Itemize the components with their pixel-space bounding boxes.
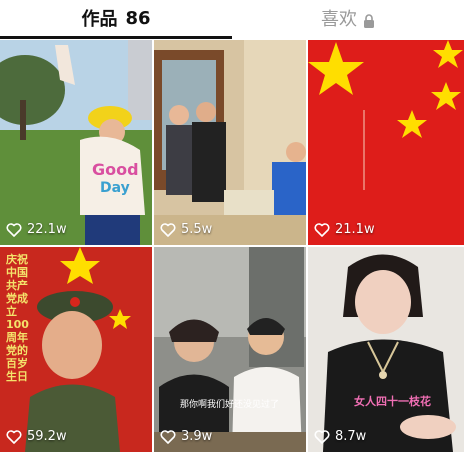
video-thumbnail-image	[308, 40, 464, 245]
active-tab-indicator	[0, 36, 232, 39]
video-caption: 女人四十一枝花	[354, 395, 431, 408]
like-count: 5.5w	[160, 222, 212, 237]
svg-text:Day: Day	[100, 180, 130, 196]
video-subtitle: 那你啊我们好还没见过了	[180, 400, 280, 410]
heart-outline-icon	[314, 429, 330, 444]
like-count-text: 59.2w	[27, 429, 67, 444]
tab-likes-label: 喜欢	[321, 9, 357, 30]
video-thumbnail-4[interactable]: 庆祝中国共产党成立100周年 党的百岁生日 59.2w	[0, 247, 152, 452]
profile-tabs: 作品 86 喜欢	[0, 0, 464, 40]
like-count-text: 5.5w	[181, 222, 213, 237]
like-count: 3.9w	[160, 429, 212, 444]
like-count-text: 3.9w	[181, 429, 213, 444]
like-count: 8.7w	[314, 429, 366, 444]
video-thumbnail-image: Good Day	[0, 40, 152, 245]
video-thumbnail-1[interactable]: Good Day 22.1w	[0, 40, 152, 245]
heart-outline-icon	[314, 222, 330, 237]
video-thumbnail-5[interactable]: 那你啊我们好还没见过了 3.9w	[154, 247, 306, 452]
tab-works-label: 作品	[81, 9, 118, 30]
heart-outline-icon	[6, 222, 22, 237]
video-caption: 庆祝中国共产党成立100周年 党的百岁生日	[6, 253, 29, 383]
video-thumbnail-2[interactable]: 5.5w	[154, 40, 306, 245]
video-thumbnail-image	[154, 40, 306, 245]
svg-text:Good: Good	[92, 160, 139, 179]
video-thumbnail-image	[308, 247, 464, 452]
heart-outline-icon	[160, 429, 176, 444]
video-thumbnail-6[interactable]: 女人四十一枝花 8.7w	[308, 247, 464, 452]
tab-likes[interactable]: 喜欢	[232, 0, 464, 36]
video-grid: Good Day 22.1w 5.5w 21.1w 庆祝中国共产党成立100周年…	[0, 40, 464, 452]
heart-outline-icon	[160, 222, 176, 237]
like-count: 59.2w	[6, 429, 67, 444]
like-count-text: 8.7w	[335, 429, 367, 444]
like-count-text: 21.1w	[335, 222, 375, 237]
like-count: 21.1w	[314, 222, 375, 237]
works-count: 86	[125, 7, 151, 29]
lock-icon	[363, 12, 375, 28]
like-count: 22.1w	[6, 222, 67, 237]
like-count-text: 22.1w	[27, 222, 67, 237]
tab-works[interactable]: 作品 86	[0, 0, 232, 36]
video-thumbnail-image	[154, 247, 306, 452]
video-thumbnail-3[interactable]: 21.1w	[308, 40, 464, 245]
heart-outline-icon	[6, 429, 22, 444]
